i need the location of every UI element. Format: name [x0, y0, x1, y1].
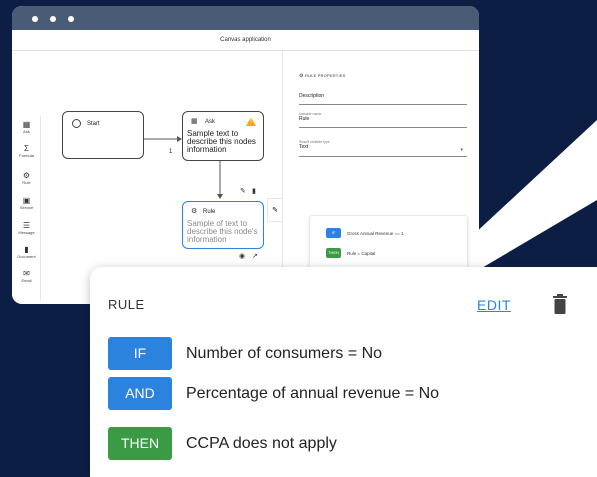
tool-email[interactable]: ✉ Email	[12, 269, 41, 283]
chevron-down-icon: ▾	[460, 147, 463, 153]
tool-service[interactable]: ▣ Service	[12, 196, 41, 210]
edit-link[interactable]: EDIT	[477, 297, 511, 313]
connect-arrow-icon[interactable]: ↗	[252, 252, 258, 260]
document-icon: ▮	[24, 245, 29, 254]
start-circle-icon	[72, 119, 81, 128]
service-icon: ▣	[22, 196, 31, 205]
mini-then-badge: THEN	[326, 248, 341, 258]
window-dot-maximize[interactable]	[68, 16, 74, 22]
start-node[interactable]: Start	[62, 111, 144, 159]
tool-message[interactable]: ☰ Message	[12, 221, 41, 235]
properties-header: ⚙ RULE PROPERTIES	[299, 73, 346, 79]
pencil-icon[interactable]: ✎	[240, 187, 246, 195]
rule-card: RULE EDIT IF Number of consumers = No AN…	[90, 267, 597, 477]
trash-icon[interactable]: ▮	[252, 187, 256, 195]
sigma-icon: Σ	[24, 144, 29, 153]
email-icon: ✉	[23, 269, 30, 278]
edit-pencil-tab[interactable]: ✎	[267, 198, 282, 222]
rule-icon: ⚙	[191, 208, 198, 215]
window-dot-minimize[interactable]	[50, 16, 56, 22]
mini-if-text: Gross Annual Revenue == 1	[347, 231, 404, 236]
and-condition-text: Percentage of annual revenue = No	[186, 385, 440, 402]
chat-icon: ▦	[191, 118, 198, 125]
window-title: Canvas application	[220, 37, 271, 43]
tool-rule[interactable]: ⚙ Rule	[12, 171, 41, 185]
mini-then-text: Rule = Capital	[347, 251, 376, 256]
message-icon: ☰	[22, 221, 31, 230]
result-type-select[interactable]: Result variable type Text ▾	[299, 140, 467, 157]
tool-formula[interactable]: Σ Formula	[12, 144, 41, 158]
title-bar	[12, 6, 479, 30]
window-dot-close[interactable]	[32, 16, 38, 22]
add-circle-icon[interactable]: ◉	[239, 252, 245, 260]
app-window: Canvas application ▦ Ask Σ Formula ⚙ Rul…	[12, 6, 479, 304]
rule-node[interactable]: ⚙ Rule Sample of text to describe this n…	[182, 201, 264, 249]
rule-icon: ⚙	[299, 73, 304, 79]
connector-label: 1	[169, 149, 173, 155]
app-toolbar: Canvas application	[12, 30, 479, 51]
if-condition-text: Number of consumers = No	[186, 345, 383, 362]
warning-icon	[246, 117, 256, 126]
tool-palette: ▦ Ask Σ Formula ⚙ Rule ▣ Service ☰ Messa…	[12, 116, 41, 301]
mini-rule-card[interactable]: IF Gross Annual Revenue == 1 THEN Rule =…	[309, 215, 468, 275]
and-badge: AND	[108, 377, 172, 410]
description-field[interactable]: Description	[299, 93, 467, 105]
then-result-text: CCPA does not apply	[186, 435, 337, 452]
trash-icon[interactable]	[553, 294, 567, 314]
tool-ask[interactable]: ▦ Ask	[12, 120, 41, 134]
then-badge: THEN	[108, 427, 172, 460]
if-badge: IF	[108, 337, 172, 370]
variable-name-field[interactable]: Variable name Rule	[299, 112, 467, 128]
mini-if-badge: IF	[326, 228, 341, 238]
rule-icon: ⚙	[22, 171, 31, 180]
tool-document[interactable]: ▮ Document	[12, 245, 41, 259]
ask-node[interactable]: ▦ Ask Sample text to describe this nodes…	[182, 111, 264, 161]
chat-icon: ▦	[22, 120, 31, 129]
rule-card-title: RULE	[108, 297, 145, 312]
